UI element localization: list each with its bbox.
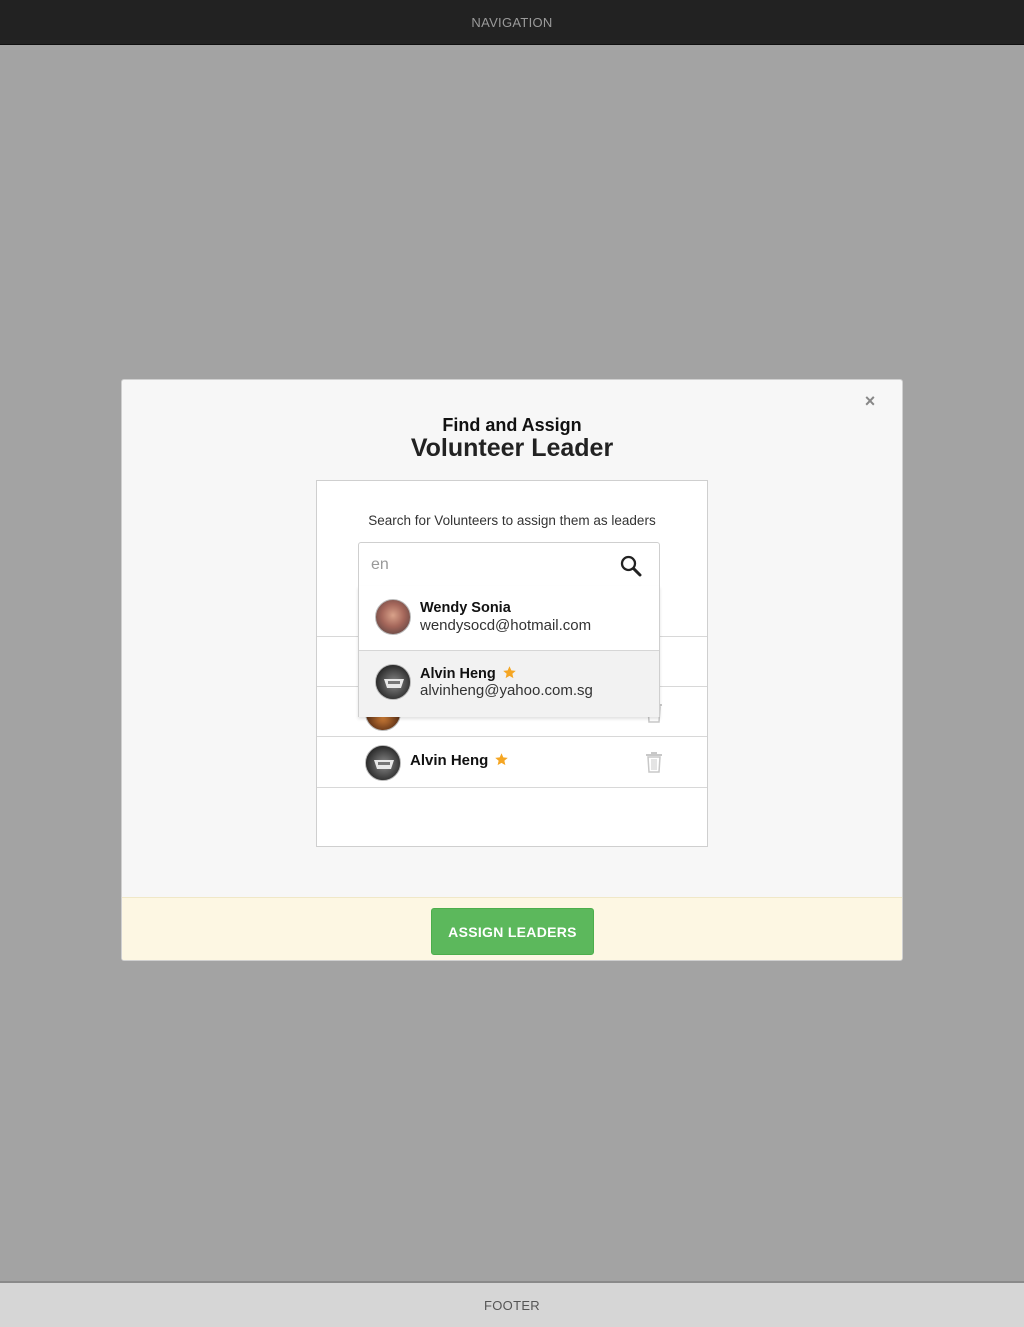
search-box [358, 542, 660, 587]
modal-title-small: Find and Assign [442, 415, 582, 435]
suggestion-item-highlighted[interactable]: Alvin Heng alvinheng@yahoo.com.sg [359, 650, 659, 717]
row-divider [317, 787, 707, 788]
trash-icon[interactable] [645, 751, 663, 773]
assign-leaders-button[interactable]: ASSIGN LEADERS [431, 908, 594, 955]
suggestion-name: Wendy Sonia [420, 600, 511, 616]
suggestion-item[interactable]: Wendy Sonia wendysocd@hotmail.com [359, 586, 659, 650]
avatar [375, 599, 411, 635]
search-suggestions: Wendy Sonia wendysocd@hotmail.com Alvin … [358, 586, 660, 717]
suggestion-name: Alvin Heng [420, 665, 517, 682]
avatar [375, 664, 411, 700]
search-hint: Search for Volunteers to assign them as … [368, 513, 656, 528]
suggestion-email: wendysocd@hotmail.com [420, 617, 592, 634]
leader-row: Alvin Heng [317, 737, 707, 787]
page-footer: FOOTER [0, 1281, 1024, 1327]
modal-footer: ASSIGN LEADERS [122, 897, 902, 960]
star-icon [495, 753, 509, 766]
footer-label: FOOTER [484, 1297, 540, 1313]
avatar [365, 745, 401, 781]
search-icon[interactable] [619, 554, 643, 578]
search-input[interactable] [371, 553, 611, 577]
close-icon[interactable]: × [862, 392, 878, 410]
modal-title-large: Volunteer Leader [410, 434, 614, 462]
leader-name: Alvin Heng [410, 752, 509, 769]
suggestion-email: alvinheng@yahoo.com.sg [420, 682, 593, 699]
star-icon [502, 666, 516, 679]
top-navigation-bar: NAVIGATION [0, 0, 1024, 45]
navigation-label: NAVIGATION [471, 14, 553, 30]
